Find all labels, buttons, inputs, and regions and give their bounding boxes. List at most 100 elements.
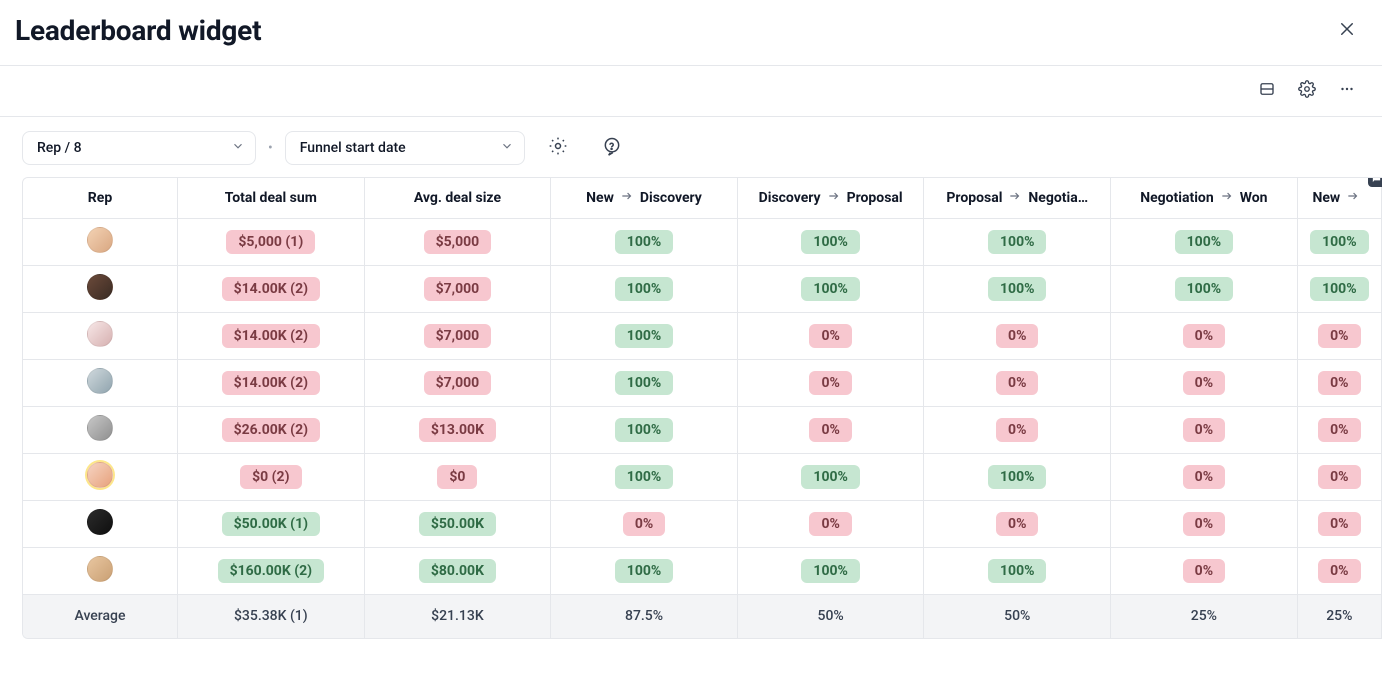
stage-1-pill: 100%: [615, 277, 673, 301]
column-header-s2[interactable]: DiscoveryProposal: [737, 178, 924, 218]
avg-deal-size-pill: $7,000: [424, 277, 492, 301]
stage-4: 0%: [1111, 406, 1298, 453]
settings-button[interactable]: [1292, 76, 1322, 106]
stage-3: 0%: [924, 500, 1111, 547]
date-select[interactable]: Funnel start date: [285, 131, 525, 165]
stage-4-pill: 100%: [1175, 230, 1233, 254]
stage-5-pill: 100%: [1310, 230, 1368, 254]
stage-3: 100%: [924, 547, 1111, 594]
stage-1: 100%: [551, 218, 738, 265]
rep-cell[interactable]: [23, 265, 178, 312]
stage-2: 0%: [737, 359, 924, 406]
rep-cell[interactable]: [23, 406, 178, 453]
table-row: $26.00K (2)$13.00K100%0%0%0%0%: [23, 406, 1382, 453]
total-deal-sum-pill: $0 (2): [240, 465, 301, 489]
stage-5: 0%: [1297, 500, 1381, 547]
avatar: [87, 509, 113, 535]
avg-deal-size: $7,000: [364, 312, 551, 359]
close-icon: [1338, 20, 1356, 42]
stage-2-pill: 100%: [801, 230, 859, 254]
more-menu-button[interactable]: [1332, 76, 1362, 106]
column-header-rep[interactable]: Rep: [23, 178, 178, 218]
page-title: Leaderboard widget: [15, 14, 261, 47]
column-header-total[interactable]: Total deal sum: [178, 178, 365, 218]
edge-feedback-tag[interactable]: [1368, 177, 1382, 187]
rep-cell[interactable]: [23, 500, 178, 547]
rep-cell[interactable]: [23, 453, 178, 500]
stage-2-pill: 100%: [801, 465, 859, 489]
avg-deal-size-pill: $7,000: [424, 371, 492, 395]
close-button[interactable]: [1332, 16, 1362, 46]
stage-2-pill: 0%: [809, 371, 851, 395]
stage-4-pill: 0%: [1183, 418, 1225, 442]
rep-select[interactable]: Rep / 8: [22, 131, 256, 165]
layout-toggle-button[interactable]: [1252, 76, 1282, 106]
footer-stage-1: 87.5%: [551, 594, 738, 638]
stage-2-pill: 0%: [809, 324, 851, 348]
configure-button[interactable]: [543, 133, 573, 163]
avatar: [87, 274, 113, 300]
actionbar: [0, 66, 1382, 117]
stage-5: 0%: [1297, 312, 1381, 359]
stage-4-pill: 0%: [1183, 371, 1225, 395]
column-header-s1[interactable]: NewDiscovery: [551, 178, 738, 218]
stage-4: 0%: [1111, 312, 1298, 359]
stage-1: 100%: [551, 312, 738, 359]
stage-1-pill: 100%: [615, 371, 673, 395]
total-deal-sum: $14.00K (2): [178, 312, 365, 359]
stage-3: 100%: [924, 218, 1111, 265]
stage-3-pill: 100%: [988, 230, 1046, 254]
total-deal-sum-pill: $14.00K (2): [222, 324, 320, 348]
arrow-right-icon: [620, 189, 634, 207]
stage-5-pill: 100%: [1310, 277, 1368, 301]
rep-cell[interactable]: [23, 547, 178, 594]
avatar: [87, 415, 113, 441]
stage-3-pill: 0%: [996, 324, 1038, 348]
selector-separator: •: [266, 140, 275, 156]
stage-5: 0%: [1297, 359, 1381, 406]
arrow-right-icon: [1220, 189, 1234, 207]
column-header-avg[interactable]: Avg. deal size: [364, 178, 551, 218]
stage-5: 100%: [1297, 265, 1381, 312]
rep-cell[interactable]: [23, 218, 178, 265]
stage-2: 0%: [737, 406, 924, 453]
rep-cell[interactable]: [23, 359, 178, 406]
total-deal-sum: $14.00K (2): [178, 359, 365, 406]
stage-4-pill: 0%: [1183, 324, 1225, 348]
total-deal-sum: $5,000 (1): [178, 218, 365, 265]
titlebar: Leaderboard widget: [0, 0, 1382, 66]
avg-deal-size-pill: $50.00K: [419, 512, 496, 536]
stage-4: 0%: [1111, 359, 1298, 406]
column-header-s4[interactable]: NegotiationWon: [1111, 178, 1298, 218]
avatar: [87, 368, 113, 394]
table-row: $5,000 (1)$5,000100%100%100%100%100%: [23, 218, 1382, 265]
gear-icon: [1298, 80, 1316, 102]
stage-2: 100%: [737, 218, 924, 265]
feedback-icon: [602, 136, 622, 160]
avatar: [87, 227, 113, 253]
table-row: $14.00K (2)$7,000100%100%100%100%100%: [23, 265, 1382, 312]
stage-2: 100%: [737, 265, 924, 312]
column-header-s3[interactable]: ProposalNegotia…: [924, 178, 1111, 218]
total-deal-sum: $0 (2): [178, 453, 365, 500]
footer-stage-2: 50%: [737, 594, 924, 638]
stage-5-pill: 0%: [1318, 371, 1360, 395]
total-deal-sum-pill: $14.00K (2): [222, 277, 320, 301]
stage-2: 0%: [737, 312, 924, 359]
stage-3: 0%: [924, 312, 1111, 359]
feedback-button[interactable]: [597, 133, 627, 163]
layout-icon: [1258, 80, 1276, 102]
stage-3: 100%: [924, 453, 1111, 500]
stage-5-pill: 0%: [1318, 559, 1360, 583]
stage-4: 100%: [1111, 265, 1298, 312]
rep-cell[interactable]: [23, 312, 178, 359]
stage-4: 0%: [1111, 453, 1298, 500]
date-select-label: Funnel start date: [300, 140, 406, 156]
leaderboard-table: RepTotal deal sumAvg. deal sizeNewDiscov…: [23, 178, 1382, 638]
total-deal-sum-pill: $160.00K (2): [218, 559, 324, 583]
total-deal-sum-pill: $14.00K (2): [222, 371, 320, 395]
stage-2: 100%: [737, 547, 924, 594]
stage-2-pill: 0%: [809, 512, 851, 536]
stage-4-pill: 0%: [1183, 465, 1225, 489]
stage-1-pill: 100%: [615, 559, 673, 583]
